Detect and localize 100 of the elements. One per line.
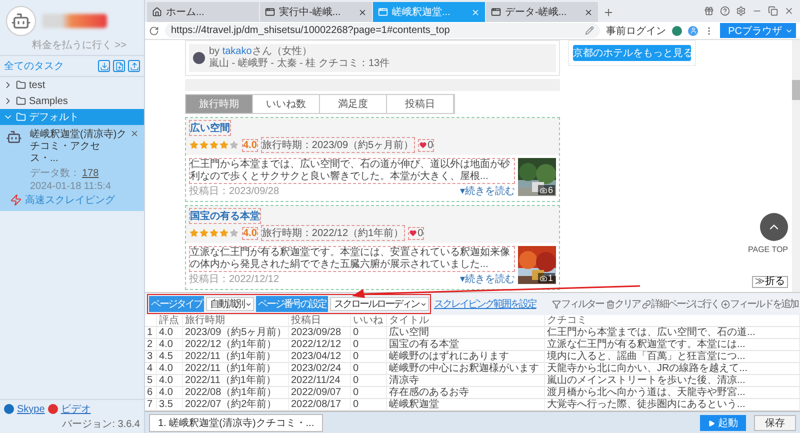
browser-tab[interactable]: データ-嵯峨... [486,2,598,22]
heart-icon [408,229,417,237]
page-top-label: PAGE TOP [748,245,788,254]
posted-date: 投稿日：2023/09/28 [189,184,280,198]
filter-icon [552,300,561,308]
import-icon[interactable] [98,60,110,72]
page-top-button[interactable] [760,213,788,241]
restore-icon[interactable] [768,6,778,16]
row-number: 5 [145,375,157,387]
export-icon[interactable] [128,60,140,72]
settings-icon[interactable] [736,6,746,16]
sort-tab[interactable]: 旅行時期 [186,95,253,113]
row-number: 4 [145,363,157,375]
row-number: 6 [145,387,157,399]
page-type-select[interactable]: 自動識別 [206,297,254,311]
scrollbar[interactable] [792,40,800,292]
folder-icon [16,112,26,122]
toolbar-action[interactable]: 詳細ページに行く [640,297,719,311]
footer-link[interactable]: Skype [17,404,45,414]
table-cell: 2022/11（約1年前） [183,363,289,375]
row-number: 2 [145,339,157,351]
start-button[interactable]: 起動 [700,415,746,431]
task-tab[interactable]: 1. 嵯峨釈迦堂(清凉寺)クチコミ・... [149,414,324,432]
reload-icon[interactable] [149,26,159,36]
toolbar-action[interactable]: クリア [604,297,640,311]
author-meta: 嵐山 - 嵯峨野 - 太秦 - 桂 クチコミ：13件 [209,58,390,70]
read-more-link[interactable]: ▾続きを読む [460,184,515,198]
field-label: ページタイプ [149,296,204,312]
close-icon[interactable] [358,8,367,16]
new-tab-icon[interactable] [603,7,614,18]
table-cell: 2022/09/07 [289,387,351,399]
folder-name: Samples [29,96,68,106]
header-cell: 旅行時期 [183,315,289,327]
table-cell: 0 [351,387,387,399]
table-cell: 4.0 [157,387,183,399]
url-field[interactable]: https://4travel.jp/dm_shisetsu/10002268?page=1#contents_top [165,23,600,38]
toolbar-action[interactable]: フィールドを追加 [719,297,798,311]
review-title[interactable]: 国宝の有る本堂 [189,208,261,224]
browser-tab[interactable]: 嵯峨釈迦堂... [373,2,485,22]
help-icon[interactable] [720,6,730,16]
camera-icon [540,186,547,194]
window-icon [265,7,275,17]
folder-item[interactable]: test [0,77,144,93]
header-cell: 投稿日 [289,315,351,327]
window-icon [378,7,388,17]
review-text: 仁王門から本堂までは、広い空間で、石の道が伸び、道以外は地面が砂利なので歩くとサクサクと良い響きでした。本堂が大きく、屋根... [189,158,515,184]
count-link[interactable]: 178 [82,168,99,179]
page-number-select[interactable]: スクロールローディン [330,297,429,311]
read-more-link[interactable]: ▾続きを読む [460,272,515,286]
travel-period: 旅行時期：2023/09（約5ヶ月前） [260,137,415,153]
table-cell: 2022/11（約1年前） [183,351,289,363]
table-cell: 存在感のあるお寺 [387,387,545,399]
row-number: 1 [145,327,157,339]
footer-link[interactable]: ビデオ [60,402,91,416]
browser-tab[interactable]: 実行中-嵯峨... [260,2,372,22]
table-cell: 2022/12（約1年前） [183,339,289,351]
table-cell: 4.0 [157,363,183,375]
close-icon[interactable] [784,6,794,16]
status-icon[interactable] [672,26,682,36]
table-cell: 2022/11（約1年前） [183,375,289,387]
browser-mode-button[interactable]: PCブラウザ [720,23,796,38]
task-item[interactable]: 嵯峨釈迦堂(清凉寺)クチコミ・アクセス・... データ数： 178 2024-01-18 11:5:4 高速スクレイピング [0,125,144,211]
user-icon[interactable] [688,26,698,36]
home-icon [152,7,162,17]
close-icon[interactable] [130,129,139,138]
redacted-name [42,14,107,28]
table-cell: 2022/12/12 [289,339,351,351]
count-label: データ数： [30,168,80,179]
close-icon[interactable] [584,8,593,16]
link-icon [642,300,651,308]
table-cell: 2023/09（約5ヶ月前） [183,327,289,339]
review-text: 立派な仁王門が有る釈迦堂です。本堂には、安置されている釈迦如来像の体内から発見された絹でできた五臓六腑が展示されていました... [189,246,515,272]
review-title[interactable]: 広い空間 [189,120,231,136]
table-cell: 4.5 [157,351,183,363]
review-score: 4.0 [242,226,258,240]
table-cell: 2023/09/28 [289,327,351,339]
table-cell: 天龍寺から北に向かい、JRの線路を越えて... [545,363,800,375]
task-time: 2024-01-18 11:5:4 [30,181,112,192]
fold-button[interactable]: ≫折る [752,276,788,288]
like-count: 0 [418,138,434,152]
table-cell: 2022/11/24 [289,375,351,387]
browser-tab[interactable]: ホーム... [147,2,259,22]
folder-item[interactable]: Samples [0,93,144,109]
folder-icon [16,96,26,106]
toolbar-action[interactable]: フィルター [550,297,604,311]
author-link[interactable]: takako [222,46,252,57]
gift-icon[interactable] [704,6,714,16]
table-cell: 2023/02/24 [289,363,351,375]
new-task-icon[interactable] [113,60,125,72]
pencil-icon[interactable] [585,26,594,35]
speed-icon [10,194,22,206]
range-link[interactable]: スクレイピング範囲を設定 [434,297,536,311]
table-cell: 4.0 [157,339,183,351]
play-icon [708,420,715,426]
robot-icon [6,129,22,145]
save-button[interactable]: 保存 [754,415,796,431]
login-link[interactable]: 事前ログイン [606,24,666,38]
window-icon [491,7,501,17]
folder-item[interactable]: デフォルト [0,109,144,125]
table-cell: 0 [351,351,387,363]
